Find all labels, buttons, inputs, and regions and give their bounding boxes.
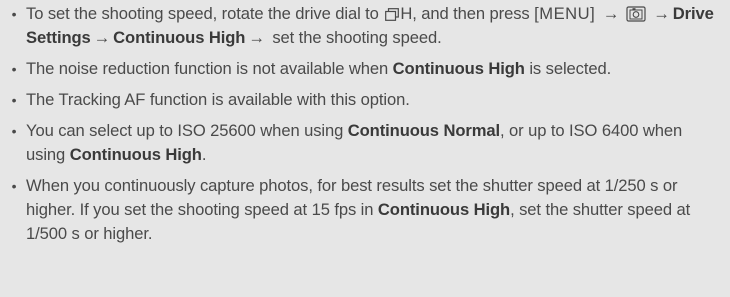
note-noise-reduction: • The noise reduction function is not av… <box>8 57 724 81</box>
note-text: The noise reduction function is not avai… <box>26 59 393 78</box>
note-tracking-af: • The Tracking AF function is available … <box>8 88 724 112</box>
continuous-drive-icon <box>385 4 400 21</box>
note-text: To set the shooting speed, rotate the dr… <box>26 4 384 23</box>
bullet: • <box>11 6 17 22</box>
note-text: You can select up to ISO 25600 when usin… <box>26 121 348 140</box>
bullet: • <box>11 92 17 108</box>
note-bold-term: Continuous High <box>377 200 511 219</box>
menu-path-continuous-high: Continuous High <box>113 28 246 47</box>
note-iso-limit: • You can select up to ISO 25600 when us… <box>8 119 724 167</box>
note-text: . <box>201 145 207 164</box>
note-shutter-speed: • When you continuously capture photos, … <box>8 174 724 246</box>
arrow-icon: → <box>602 4 620 23</box>
menu-key-label: [MENU] <box>534 4 596 23</box>
note-text: The Tracking AF function is available wi… <box>26 90 410 109</box>
arrow-icon: → <box>93 28 111 47</box>
notes-box: • To set the shooting speed, rotate the … <box>0 0 730 297</box>
note-text: , and then press <box>412 4 535 23</box>
bullet: • <box>11 123 17 139</box>
note-text: set the shooting speed. <box>267 28 442 47</box>
arrow-icon: → <box>248 28 265 47</box>
notes-list: • To set the shooting speed, rotate the … <box>8 2 724 246</box>
note-bold-term: Continuous Normal <box>347 121 501 140</box>
bullet: • <box>11 61 17 77</box>
note-shooting-speed: • To set the shooting speed, rotate the … <box>8 2 724 50</box>
note-bold-term: Continuous High <box>69 145 202 164</box>
shooting-menu-camera-icon <box>626 5 646 22</box>
arrow-icon: → <box>653 4 670 23</box>
bullet: • <box>11 178 17 194</box>
drive-mode-suffix: H <box>400 4 413 23</box>
note-bold-term: Continuous High <box>392 59 525 78</box>
note-text: is selected. <box>524 59 612 78</box>
